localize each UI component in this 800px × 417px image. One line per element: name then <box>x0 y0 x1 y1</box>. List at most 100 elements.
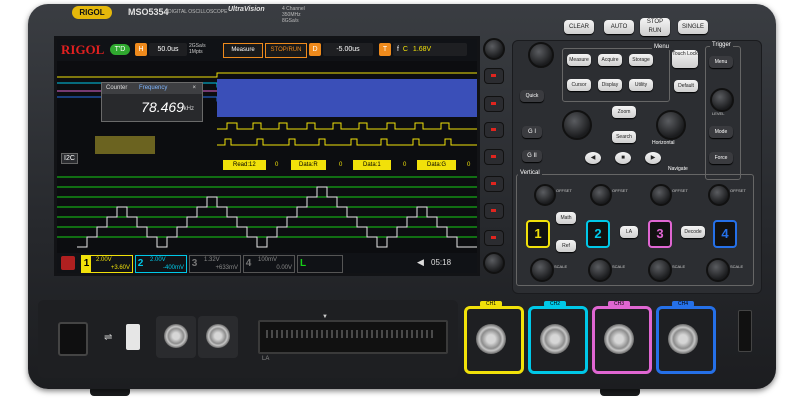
search-button[interactable]: Search <box>612 131 636 143</box>
ch4-scale: 100mV <box>258 257 278 263</box>
ch1-bnc[interactable] <box>476 324 506 354</box>
cursor-button[interactable]: Cursor <box>567 79 591 91</box>
measure-button[interactable]: Measure <box>567 54 591 66</box>
default-button[interactable]: Default <box>674 80 698 92</box>
counter-window[interactable]: Counter Frequency × 78.469 kHz <box>101 82 203 122</box>
utility-button[interactable]: Utility <box>629 79 653 91</box>
trigger-label[interactable]: T <box>379 43 391 56</box>
display-button[interactable]: Display <box>598 79 622 91</box>
offset-label-1: OFFSET <box>556 188 572 193</box>
delay-value[interactable]: -5.00us <box>323 43 373 56</box>
acquire-button[interactable]: Acquire <box>598 54 622 66</box>
stop-run-button[interactable]: STOP RUN <box>640 18 670 36</box>
softkey-6[interactable] <box>484 203 504 219</box>
counter-close-icon[interactable]: × <box>192 83 196 94</box>
stop-run-softkey[interactable]: STOP/RUN <box>265 43 307 58</box>
trigger-info[interactable]: f C 1.68V <box>393 43 467 56</box>
timebase-value[interactable]: 50.0us <box>149 43 187 56</box>
clear-button[interactable]: CLEAR <box>564 20 594 34</box>
softkey-1[interactable] <box>484 68 504 84</box>
single-button[interactable]: SINGLE <box>678 20 708 34</box>
g1-button[interactable]: G I <box>522 126 542 138</box>
bus-activity <box>217 79 477 117</box>
softkey-4[interactable] <box>484 149 504 165</box>
horizontal-position-knob[interactable] <box>656 110 686 140</box>
counter-header: Counter Frequency × <box>102 83 202 94</box>
softkey-2[interactable] <box>484 96 504 112</box>
quick-button[interactable]: Quick <box>520 90 544 102</box>
hatched-region <box>95 136 155 154</box>
play-back-icon[interactable]: ◀ <box>585 152 601 164</box>
la-button[interactable]: LA <box>620 226 638 238</box>
decode-0a: 0 <box>275 162 279 168</box>
trigger-force-button[interactable]: Force <box>709 152 733 164</box>
home-icon[interactable] <box>61 256 75 270</box>
trigger-mode-button[interactable]: Mode <box>709 126 733 138</box>
bus-label: I2C <box>61 153 78 164</box>
trigger-level-knob[interactable] <box>710 88 734 112</box>
ch4-button[interactable]: 4 <box>713 220 737 248</box>
bnc-connector-a[interactable] <box>164 324 188 348</box>
probe-comp-terminal[interactable] <box>738 310 752 352</box>
math-button[interactable]: Math <box>556 212 576 224</box>
ch2-status[interactable]: 2 2.00V -400mV <box>135 255 187 273</box>
ch2-offset-knob[interactable] <box>590 184 612 206</box>
usb-port[interactable] <box>126 324 140 350</box>
channel-status-bar: 1 2.00V +3.60V 2 2.00V -400mV 3 1.32V +6… <box>57 253 477 273</box>
scale-label-4: SCALE <box>730 264 744 269</box>
ch3-button[interactable]: 3 <box>648 220 672 248</box>
ch1-port-label: CH1 <box>480 301 502 307</box>
run-state-badge[interactable]: T'D <box>110 44 130 55</box>
ch1-button[interactable]: 1 <box>526 220 550 248</box>
decode-data-r: Data:R <box>291 160 326 170</box>
touch-lock-button[interactable]: Touch Lock <box>672 50 698 68</box>
ch2-bnc[interactable] <box>540 324 570 354</box>
ch3-status[interactable]: 3 1.32V +633mV <box>189 255 241 273</box>
vertical-title: Vertical <box>518 170 542 176</box>
counter-mode: Frequency <box>139 85 168 91</box>
softkey-3[interactable] <box>484 122 504 138</box>
ch2-button[interactable]: 2 <box>586 220 610 248</box>
menu-off-button[interactable] <box>483 38 505 60</box>
ch3-scale-knob[interactable] <box>648 258 672 282</box>
measure-softkey[interactable]: Measure <box>223 43 263 58</box>
decode-data-g: Data:G <box>417 160 457 170</box>
ch3-offset-knob[interactable] <box>650 184 672 206</box>
ch2-scale-knob[interactable] <box>588 258 612 282</box>
ch4-status[interactable]: 4 100mV 0.00V <box>243 255 295 273</box>
offset-label-3: OFFSET <box>672 188 688 193</box>
power-button[interactable] <box>58 322 88 356</box>
decode-read: Read:12 <box>223 160 266 170</box>
ch4-scale-knob[interactable] <box>706 258 730 282</box>
softkey-5[interactable] <box>484 176 504 192</box>
zoom-button[interactable]: Zoom <box>612 106 636 118</box>
back-button[interactable] <box>483 252 505 274</box>
storage-button[interactable]: Storage <box>629 54 653 66</box>
speaker-icon[interactable]: ◀ <box>417 257 424 268</box>
multipurpose-knob[interactable] <box>528 42 554 68</box>
horizontal-scale-knob[interactable] <box>562 110 592 140</box>
ch4-bnc[interactable] <box>668 324 698 354</box>
scale-label-2: SCALE <box>612 264 626 269</box>
ch3-bnc[interactable] <box>604 324 634 354</box>
ch1-scale-knob[interactable] <box>530 258 554 282</box>
timebase-label[interactable]: H <box>135 43 147 56</box>
auto-button[interactable]: AUTO <box>604 20 634 34</box>
ch4-offset-knob[interactable] <box>708 184 730 206</box>
bnc-connector-b[interactable] <box>206 324 230 348</box>
horizontal-title: Horizontal <box>652 140 675 146</box>
ref-button[interactable]: Ref <box>556 240 576 252</box>
status-time: 05:18 <box>431 258 452 267</box>
g2-button[interactable]: G II <box>522 150 542 162</box>
stop-icon[interactable]: ■ <box>615 152 631 164</box>
play-icon[interactable]: ▶ <box>645 152 661 164</box>
display-screen[interactable]: RIGOL T'D H 50.0us 2GSa/s 1Mpts Measure … <box>54 36 480 276</box>
ch3-offset: +633mV <box>215 265 238 271</box>
ch1-offset-knob[interactable] <box>534 184 556 206</box>
decode-button[interactable]: Decode <box>681 226 705 238</box>
trigger-menu-button[interactable]: Menu <box>709 56 733 68</box>
softkey-7[interactable] <box>484 230 504 246</box>
la-status[interactable]: L <box>297 255 343 273</box>
delay-label[interactable]: D <box>309 43 321 56</box>
ch1-status[interactable]: 1 2.00V +3.60V <box>81 255 133 273</box>
